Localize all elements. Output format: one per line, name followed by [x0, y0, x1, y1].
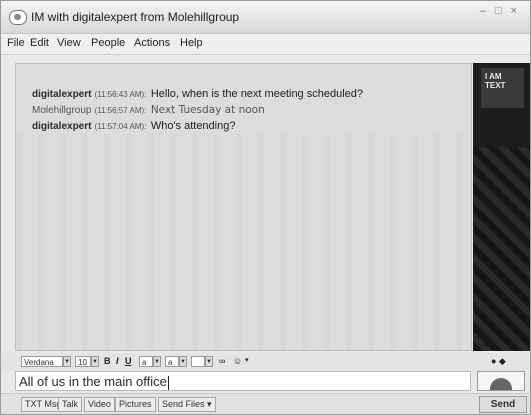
underline-button[interactable]: U	[125, 356, 132, 366]
text-size-dropdown-icon[interactable]: ▼	[153, 356, 161, 367]
send-button[interactable]: Send	[479, 396, 527, 413]
video-button[interactable]: Video	[84, 397, 115, 412]
message-input[interactable]: All of us in the main office	[15, 371, 471, 391]
menu-edit[interactable]: Edit	[30, 37, 49, 49]
font-size-dropdown-icon[interactable]: ▼	[91, 356, 99, 367]
italic-button[interactable]: I	[116, 356, 119, 366]
message-timestamp: (11:56:43 AM):	[94, 90, 147, 99]
bottom-toolbar: TXT Msg Talk Video Pictures Send Files ▾…	[1, 393, 530, 414]
window-title: IM with digitalexpert from Molehillgroup	[31, 10, 240, 24]
message-text: Hello, when is the next meeting schedule…	[150, 88, 363, 100]
message-timestamp: (11:56:57 AM):	[94, 106, 147, 115]
message-sender: digitalexpert	[32, 121, 92, 132]
im-window: IM with digitalexpert from Molehillgroup…	[0, 0, 531, 415]
link-icon[interactable]: ∞	[219, 356, 225, 366]
window-controls[interactable]: – □ ×	[480, 5, 520, 17]
smiley-dropdown-icon[interactable]: ▾	[245, 356, 249, 364]
menu-people[interactable]: People	[91, 37, 125, 49]
menu-help[interactable]: Help	[180, 37, 203, 49]
ad-panel[interactable]: I AM TEXT	[473, 63, 530, 351]
pictures-button[interactable]: Pictures	[115, 397, 156, 412]
title-bar: IM with digitalexpert from Molehillgroup…	[1, 1, 530, 34]
message-timestamp: (11:57:04 AM):	[94, 122, 147, 131]
menu-bar: File Edit View People Actions Help	[1, 34, 530, 55]
message-sender: digitalexpert	[32, 89, 92, 100]
talk-button[interactable]: Talk	[58, 397, 83, 412]
bold-button[interactable]: B	[104, 356, 111, 366]
buddy-avatar[interactable]	[477, 371, 525, 391]
message-text: Next Tuesday at noon	[150, 104, 265, 116]
conversation-pane[interactable]: digitalexpert (11:56:43 AM): Hello, when …	[15, 63, 472, 351]
font-dropdown-icon[interactable]: ▼	[63, 356, 71, 367]
text-cursor	[167, 375, 169, 390]
menu-actions[interactable]: Actions	[134, 37, 170, 49]
format-toolbar: Verdana ▼ 10 ▼ B I U a ▼ a ▼ ▼ ∞ ☺ ▾ ● ◆	[1, 353, 530, 371]
message-sender: Molehillgroup	[32, 105, 92, 116]
font-select[interactable]: Verdana	[21, 356, 63, 367]
text-color-button[interactable]	[191, 356, 205, 367]
message-line: digitalexpert (11:57:04 AM): Who's attend…	[32, 116, 235, 134]
message-input-value: All of us in the main office	[19, 374, 167, 389]
message-text: Who's attending?	[150, 120, 236, 132]
font-size-select[interactable]: 10	[75, 356, 91, 367]
menu-view[interactable]: View	[57, 37, 81, 49]
settings-icon[interactable]: ● ◆	[491, 356, 506, 367]
text-color-dropdown-icon[interactable]: ▼	[205, 356, 213, 367]
chat-bubble-icon	[9, 10, 27, 25]
ad-text: I AM TEXT	[485, 72, 506, 90]
menu-file[interactable]: File	[7, 37, 25, 49]
bg-color-dropdown-icon[interactable]: ▼	[179, 356, 187, 367]
send-files-button[interactable]: Send Files ▾	[158, 397, 216, 412]
smiley-icon[interactable]: ☺	[233, 356, 242, 366]
background-color-button[interactable]: a	[165, 356, 179, 367]
text-size-button[interactable]: a	[139, 356, 153, 367]
